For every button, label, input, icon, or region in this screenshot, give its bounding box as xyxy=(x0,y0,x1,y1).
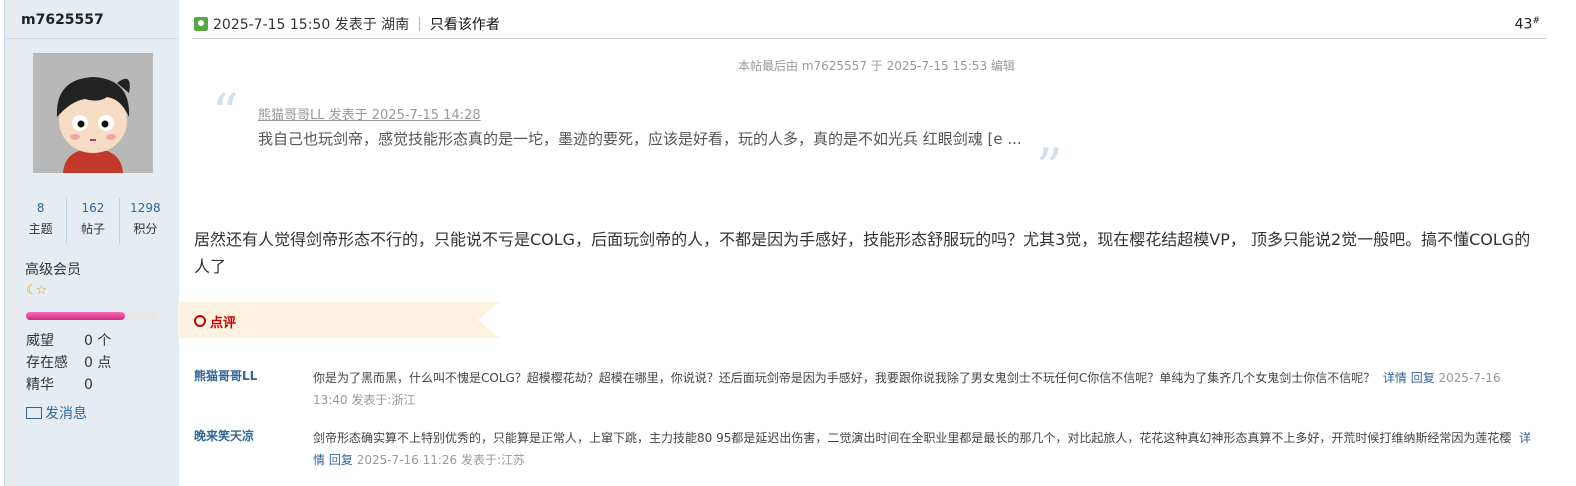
post-main: 2025-7-15 15:50 发表于 湖南 | 只看该作者 43# 本帖最后由… xyxy=(178,0,1576,486)
user-group[interactable]: 高级会员 xyxy=(25,259,81,279)
quote-open-icon: “ xyxy=(212,84,239,144)
comment-date: 2025-7-16 11:26 发表于:江苏 xyxy=(356,453,526,467)
user-sidebar: m7625557 8 主题 162 帖子 1298 积分 高级会员 ☾☆ 威望 … xyxy=(4,0,179,486)
post-content: 居然还有人觉得剑帝形态不行的，只能说不亏是COLG，后面玩剑帝的人，不都是因为手… xyxy=(194,230,1531,276)
circle-icon xyxy=(194,315,206,327)
stat-label: 主题 xyxy=(28,222,53,236)
forum-post: m7625557 8 主题 162 帖子 1298 积分 高级会员 ☾☆ 威望 … xyxy=(0,0,1576,486)
divider xyxy=(192,38,1546,39)
comment-author[interactable]: 熊猫哥哥LL xyxy=(194,367,257,384)
stat-value: 1298 xyxy=(130,201,161,215)
comment-section-label: 点评 xyxy=(210,316,237,331)
quote-close-icon: ” xyxy=(1036,139,1063,199)
divider xyxy=(5,38,179,39)
avatar[interactable] xyxy=(33,53,153,173)
quote-text: 我自己也玩剑帝，感觉技能形态真的是一坨，墨迹的要死，应该是好看，玩的人多，真的是… xyxy=(258,130,1022,148)
user-online-icon xyxy=(194,17,208,31)
stat-value: 162 xyxy=(81,201,105,215)
comment-text: 剑帝形态确实算不上特别优秀的，只能算是正常人，上窜下跳，主力技能80 95都是延… xyxy=(313,431,1532,467)
user-stats: 8 主题 162 帖子 1298 积分 xyxy=(15,198,171,244)
stat-label: 积分 xyxy=(133,222,158,236)
avatar-image xyxy=(33,53,153,173)
stat-posts[interactable]: 162 帖子 xyxy=(66,198,118,244)
level-progress-fill xyxy=(26,312,125,320)
quote-header[interactable]: 熊猫哥哥LL 发表于 2025-7-15 14:28 xyxy=(258,104,481,123)
post-meta: 2025-7-15 15:50 发表于 湖南 | 只看该作者 xyxy=(194,14,500,34)
stat-topics[interactable]: 8 主题 xyxy=(15,198,66,244)
stat-label: 帖子 xyxy=(80,222,105,236)
level-icon: ☾☆ xyxy=(26,283,47,298)
comment-reply-link[interactable]: 回复 xyxy=(329,453,353,467)
level-progress-bar xyxy=(26,312,158,320)
username[interactable]: m7625557 xyxy=(21,12,104,28)
stat-value: 8 xyxy=(36,201,45,215)
field-digest: 精华 0 xyxy=(26,377,93,393)
field-prestige: 威望 0 个 xyxy=(26,333,112,349)
only-author-link[interactable]: 只看该作者 xyxy=(430,14,500,34)
comment-text: 你是为了黑而黑，什么叫不愧是COLG？超模樱花劫？超模在哪里，你说说？还后面玩剑… xyxy=(313,371,1501,407)
edited-note: 本帖最后由 m7625557 于 2025-7-15 15:53 编辑 xyxy=(738,59,1015,73)
floor-number[interactable]: 43# xyxy=(1515,16,1540,33)
separator: | xyxy=(417,16,422,32)
field-presence: 存在感 0 点 xyxy=(26,355,112,371)
stat-points[interactable]: 1298 积分 xyxy=(118,198,171,244)
post-date: 2025-7-15 15:50 发表于 湖南 xyxy=(213,17,410,33)
comment-author[interactable]: 晚来笑天凉 xyxy=(194,427,254,444)
comment-section-header: 点评 xyxy=(178,302,500,338)
send-message-link[interactable]: 发消息 xyxy=(26,403,87,423)
comment-detail-link[interactable]: 详情 xyxy=(1383,371,1407,385)
mail-icon xyxy=(26,407,42,419)
comment-reply-link[interactable]: 回复 xyxy=(1411,371,1435,385)
